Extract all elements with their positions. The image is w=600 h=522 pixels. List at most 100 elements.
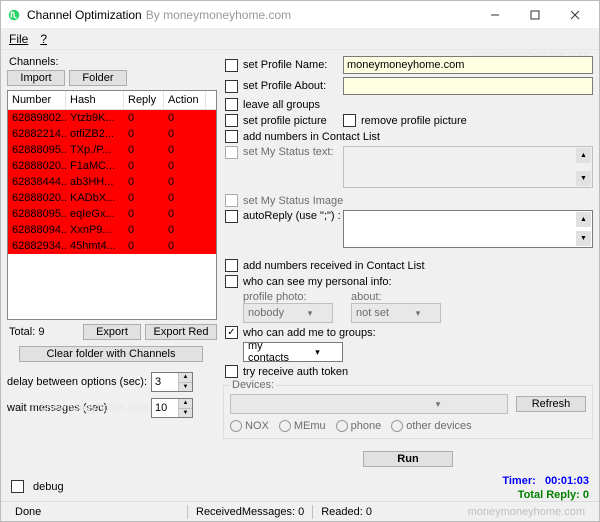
- table-row[interactable]: 62882214...otfiZB2...00: [8, 126, 216, 142]
- profile-about-input[interactable]: [343, 77, 593, 95]
- profile-photo-lbl: profile photo:: [243, 291, 333, 303]
- channels-label: Channels:: [9, 56, 217, 68]
- autoreply-label: autoReply (use ";") :: [243, 210, 343, 222]
- add-numbers-label: add numbers in Contact List: [243, 131, 380, 143]
- add-numbers-checkbox[interactable]: [225, 130, 238, 143]
- leave-groups-checkbox[interactable]: [225, 98, 238, 111]
- app-icon: [7, 8, 21, 22]
- add-received-checkbox[interactable]: [225, 259, 238, 272]
- status-text-area[interactable]: ▲▼: [343, 146, 593, 188]
- wait-label: wait messages (sec): [7, 402, 151, 414]
- status-readed: Readed: 0: [313, 506, 380, 518]
- table-row[interactable]: 62888094...XxnP9...00: [8, 222, 216, 238]
- remove-picture-label: remove profile picture: [361, 115, 467, 127]
- devices-group: Devices: ▾ Refresh NOX MEmu phone other …: [223, 385, 593, 439]
- title-bar: Channel Optimization By moneymoneyhome.c…: [1, 1, 599, 29]
- radio-phone[interactable]: phone: [336, 420, 382, 432]
- table-row[interactable]: 62888095...TXp./P...00: [8, 142, 216, 158]
- devices-combo[interactable]: ▾: [230, 394, 508, 414]
- table-row[interactable]: 62888020...KADbX...00: [8, 190, 216, 206]
- col-reply[interactable]: Reply: [124, 91, 164, 109]
- run-button[interactable]: Run: [363, 451, 453, 467]
- folder-button[interactable]: Folder: [69, 70, 127, 86]
- try-token-label: try receive auth token: [243, 366, 348, 378]
- import-button[interactable]: Import: [7, 70, 65, 86]
- who-see-label: who can see my personal info:: [243, 276, 392, 288]
- scroll-down-icon[interactable]: ▼: [576, 171, 591, 186]
- radio-memu[interactable]: MEmu: [279, 420, 326, 432]
- leave-groups-label: leave all groups: [243, 99, 320, 111]
- status-text-label: set My Status text:: [243, 146, 343, 158]
- menu-bar: File ?: [1, 29, 599, 50]
- who-add-combo[interactable]: my contacts▾: [243, 342, 343, 362]
- debug-checkbox[interactable]: [11, 480, 24, 493]
- delay-up[interactable]: ▲: [179, 373, 192, 383]
- timer-label: Timer:: [502, 475, 535, 487]
- autoreply-checkbox[interactable]: [225, 210, 238, 223]
- wait-up[interactable]: ▲: [179, 399, 192, 409]
- menu-file[interactable]: File: [9, 32, 28, 46]
- menu-help[interactable]: ?: [40, 32, 47, 46]
- about-lbl: about:: [351, 291, 441, 303]
- scroll-up-icon[interactable]: ▲: [576, 212, 591, 227]
- profile-name-checkbox[interactable]: [225, 59, 238, 72]
- col-action[interactable]: Action: [164, 91, 206, 109]
- total-label: Total: 9: [7, 326, 79, 338]
- maximize-button[interactable]: [515, 2, 555, 28]
- profile-photo-combo[interactable]: nobody▾: [243, 303, 333, 323]
- status-image-checkbox[interactable]: [225, 194, 238, 207]
- delay-down[interactable]: ▼: [179, 383, 192, 392]
- export-button[interactable]: Export: [83, 324, 141, 340]
- try-token-checkbox[interactable]: [225, 365, 238, 378]
- chevron-down-icon: ▾: [396, 308, 440, 319]
- who-see-checkbox[interactable]: [225, 275, 238, 288]
- autoreply-area[interactable]: ▲▼: [343, 210, 593, 248]
- wait-input[interactable]: [152, 399, 178, 417]
- about-combo[interactable]: not set▾: [351, 303, 441, 323]
- status-image-label: set My Status Image: [243, 195, 343, 207]
- table-row[interactable]: 62838444...ab3HH...00: [8, 174, 216, 190]
- timer-value: 00:01:03: [545, 475, 589, 487]
- close-button[interactable]: [555, 2, 595, 28]
- right-panel: set Profile Name: set Profile About: lea…: [223, 56, 593, 495]
- col-number[interactable]: Number: [8, 91, 66, 109]
- export-red-button[interactable]: Export Red: [145, 324, 217, 340]
- set-picture-checkbox[interactable]: [225, 114, 238, 127]
- refresh-button[interactable]: Refresh: [516, 396, 586, 412]
- col-hash[interactable]: Hash: [66, 91, 124, 109]
- remove-picture-checkbox[interactable]: [343, 114, 356, 127]
- table-row[interactable]: 62882934...45hmt4...00: [8, 238, 216, 254]
- app-window: Channel Optimization By moneymoneyhome.c…: [0, 0, 600, 522]
- left-panel: Channels: Import Folder Number Hash Repl…: [7, 56, 217, 495]
- radio-other[interactable]: other devices: [391, 420, 471, 432]
- window-title: Channel Optimization: [27, 8, 142, 22]
- scroll-up-icon[interactable]: ▲: [576, 148, 591, 163]
- scroll-down-icon[interactable]: ▼: [576, 231, 591, 246]
- grid-header: Number Hash Reply Action: [8, 91, 216, 110]
- status-received: ReceivedMessages: 0: [188, 506, 312, 518]
- clear-folder-button[interactable]: Clear folder with Channels: [19, 346, 203, 362]
- profile-name-input[interactable]: [343, 56, 593, 74]
- status-bar: Done ReceivedMessages: 0 Readed: 0 money…: [1, 501, 599, 521]
- minimize-button[interactable]: [475, 2, 515, 28]
- channels-grid[interactable]: Number Hash Reply Action 62889802...Ytzb…: [7, 90, 217, 320]
- profile-about-checkbox[interactable]: [225, 80, 238, 93]
- who-add-label: who can add me to groups:: [243, 327, 376, 339]
- chevron-down-icon: ▾: [369, 399, 507, 410]
- devices-title: Devices:: [230, 379, 276, 391]
- table-row[interactable]: 62889802...Ytzb9K...00: [8, 110, 216, 126]
- wait-down[interactable]: ▼: [179, 409, 192, 418]
- debug-label: debug: [33, 481, 64, 493]
- table-row[interactable]: 62888020...F1aMC...00: [8, 158, 216, 174]
- who-add-checkbox[interactable]: [225, 326, 238, 339]
- total-reply-label: Total Reply: 0: [518, 489, 589, 501]
- profile-name-label: set Profile Name:: [243, 59, 343, 71]
- status-site: moneymoneyhome.com: [460, 506, 593, 518]
- delay-stepper[interactable]: ▲▼: [151, 372, 193, 392]
- set-picture-label: set profile picture: [243, 115, 343, 127]
- radio-nox[interactable]: NOX: [230, 420, 269, 432]
- wait-stepper[interactable]: ▲▼: [151, 398, 193, 418]
- table-row[interactable]: 62888095...eqIeGx...00: [8, 206, 216, 222]
- status-text-checkbox[interactable]: [225, 146, 238, 159]
- delay-input[interactable]: [152, 373, 178, 391]
